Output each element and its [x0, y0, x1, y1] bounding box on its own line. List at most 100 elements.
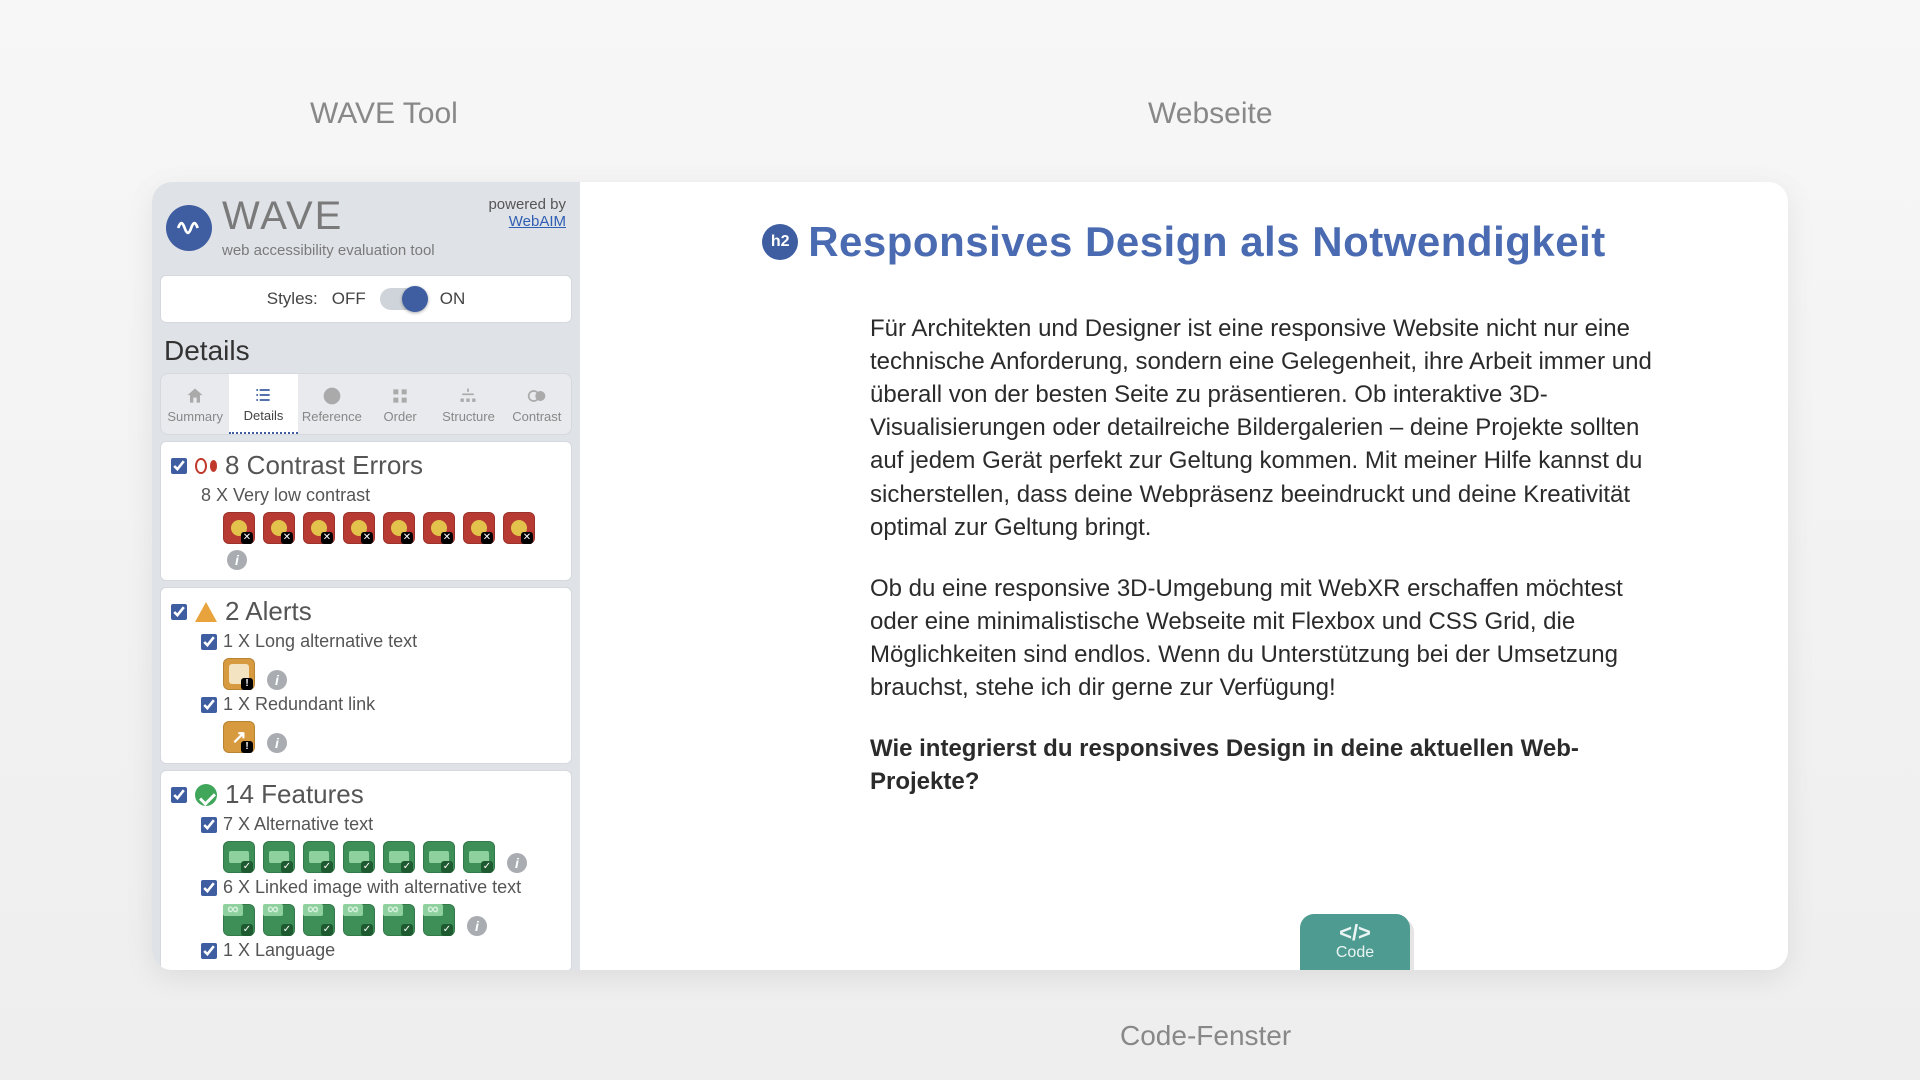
- wave-panel: WAVE web accessibility evaluation tool p…: [152, 182, 580, 970]
- feature-linked-img-label: 6 X Linked image with alternative text: [223, 877, 521, 898]
- feature-language-checkbox[interactable]: [201, 943, 217, 959]
- contrast-subline: 8 X Very low contrast: [201, 485, 561, 506]
- wave-brand: WAVE web accessibility evaluation tool: [166, 196, 435, 259]
- wave-logo-icon: [166, 205, 212, 251]
- page-heading: Responsives Design als Notwendigkeit: [808, 218, 1606, 266]
- styles-toggle-bar: Styles: OFF ON: [160, 275, 572, 323]
- tab-summary-label: Summary: [167, 409, 223, 424]
- styles-toggle[interactable]: [380, 288, 426, 310]
- alert-long-alt-checkbox[interactable]: [201, 634, 217, 650]
- contrast-icon-row: [223, 512, 561, 544]
- order-icon: [389, 385, 411, 407]
- info-icon[interactable]: i: [267, 670, 287, 690]
- contrast-subline-text: 8 X Very low contrast: [201, 485, 370, 506]
- wave-header: WAVE web accessibility evaluation tool p…: [152, 182, 580, 267]
- contrast-error-icon[interactable]: [503, 512, 535, 544]
- details-heading: Details: [152, 333, 580, 373]
- details-groups: 8 Contrast Errors 8 X Very low contrast …: [160, 441, 572, 970]
- page-body: Für Architekten und Designer ist eine re…: [870, 312, 1670, 826]
- group-features: 14 Features 7 X Alternative text i: [160, 770, 572, 970]
- home-icon: [184, 385, 206, 407]
- contrast-errors-icon: [195, 455, 217, 477]
- contrast-error-icon[interactable]: [263, 512, 295, 544]
- alert-long-alt-label: 1 X Long alternative text: [223, 631, 417, 652]
- feature-linked-img-icon[interactable]: [383, 904, 415, 936]
- feature-alt-text-icon[interactable]: [463, 841, 495, 873]
- styles-on-label: ON: [440, 289, 466, 309]
- feature-alt-text-icon[interactable]: [383, 841, 415, 873]
- app-card: WAVE web accessibility evaluation tool p…: [152, 182, 1788, 970]
- contrast-icon: [526, 385, 548, 407]
- tab-structure-label: Structure: [442, 409, 495, 424]
- info-icon[interactable]: i: [227, 550, 247, 570]
- tab-details-label: Details: [244, 408, 284, 423]
- feature-alt-text-icon[interactable]: [303, 841, 335, 873]
- group-alerts: 2 Alerts 1 X Long alternative text i 1 X…: [160, 587, 572, 764]
- styles-off-label: OFF: [332, 289, 366, 309]
- info-icon[interactable]: i: [267, 733, 287, 753]
- feature-alt-text-icon[interactable]: [343, 841, 375, 873]
- tab-order-label: Order: [384, 409, 417, 424]
- feature-linked-img-icon[interactable]: [223, 904, 255, 936]
- feature-linked-img-icon[interactable]: [303, 904, 335, 936]
- webaim-link[interactable]: WebAIM: [509, 213, 566, 230]
- paragraph-2: Ob du eine responsive 3D-Umgebung mit We…: [870, 572, 1670, 704]
- info-icon[interactable]: i: [467, 916, 487, 936]
- wave-title: WAVE: [222, 196, 435, 236]
- feature-linked-img-checkbox[interactable]: [201, 880, 217, 896]
- contrast-error-icon[interactable]: [383, 512, 415, 544]
- feature-alt-text-icon[interactable]: [263, 841, 295, 873]
- alert-redundant-link-label: 1 X Redundant link: [223, 694, 375, 715]
- wave-powered-by: powered by WebAIM: [488, 196, 566, 230]
- contrast-error-icon[interactable]: [423, 512, 455, 544]
- tab-contrast[interactable]: Contrast: [503, 374, 571, 434]
- h2-badge-icon: h2: [762, 224, 798, 260]
- features-icon: [195, 784, 217, 806]
- tab-order[interactable]: Order: [366, 374, 434, 434]
- feature-alt-text-checkbox[interactable]: [201, 817, 217, 833]
- group-contrast-checkbox[interactable]: [171, 458, 187, 474]
- contrast-error-icon[interactable]: [463, 512, 495, 544]
- feature-alt-text-icon[interactable]: [223, 841, 255, 873]
- feature-language-label: 1 X Language: [223, 940, 335, 961]
- code-tab-label: Code: [1336, 944, 1374, 962]
- column-label-website: Webseite: [1148, 97, 1273, 131]
- group-features-checkbox[interactable]: [171, 787, 187, 803]
- contrast-error-icon[interactable]: [303, 512, 335, 544]
- feature-linked-img-icon[interactable]: [263, 904, 295, 936]
- website-panel: h2 Responsives Design als Notwendigkeit …: [580, 182, 1788, 970]
- alert-redundant-link-icon[interactable]: [223, 721, 255, 753]
- contrast-error-icon[interactable]: [223, 512, 255, 544]
- alert-long-alt-icon[interactable]: [223, 658, 255, 690]
- info-icon[interactable]: i: [507, 853, 527, 873]
- feature-linked-img-icon[interactable]: [423, 904, 455, 936]
- contrast-error-icon[interactable]: [343, 512, 375, 544]
- tab-contrast-label: Contrast: [512, 409, 561, 424]
- tab-summary[interactable]: Summary: [161, 374, 229, 434]
- wave-tabbar: Summary Details Reference Order Structur…: [160, 373, 572, 435]
- code-tab-button[interactable]: </> Code: [1300, 914, 1410, 970]
- alert-redundant-link-checkbox[interactable]: [201, 697, 217, 713]
- tab-reference[interactable]: Reference: [298, 374, 366, 434]
- column-label-wave-tool: WAVE Tool: [310, 97, 458, 131]
- structure-icon: [457, 385, 479, 407]
- paragraph-1: Für Architekten und Designer ist eine re…: [870, 312, 1670, 544]
- feature-alt-text-icon[interactable]: [423, 841, 455, 873]
- paragraph-3-question: Wie integrierst du responsives Design in…: [870, 732, 1670, 798]
- feature-linked-img-icon[interactable]: [343, 904, 375, 936]
- wave-tagline: web accessibility evaluation tool: [222, 242, 435, 259]
- feature-alt-text-label: 7 X Alternative text: [223, 814, 373, 835]
- group-alerts-checkbox[interactable]: [171, 604, 187, 620]
- group-alerts-title: 2 Alerts: [225, 596, 312, 627]
- page-heading-row: h2 Responsives Design als Notwendigkeit: [580, 218, 1788, 266]
- code-icon: </>: [1339, 922, 1371, 944]
- styles-label: Styles:: [267, 289, 318, 309]
- tab-structure[interactable]: Structure: [434, 374, 502, 434]
- group-contrast-title: 8 Contrast Errors: [225, 450, 423, 481]
- toggle-knob-icon: [402, 286, 428, 312]
- list-icon: [252, 384, 274, 406]
- info-icon: [321, 385, 343, 407]
- tab-details[interactable]: Details: [229, 374, 297, 434]
- tab-reference-label: Reference: [302, 409, 362, 424]
- column-label-code-window: Code-Fenster: [1120, 1020, 1291, 1052]
